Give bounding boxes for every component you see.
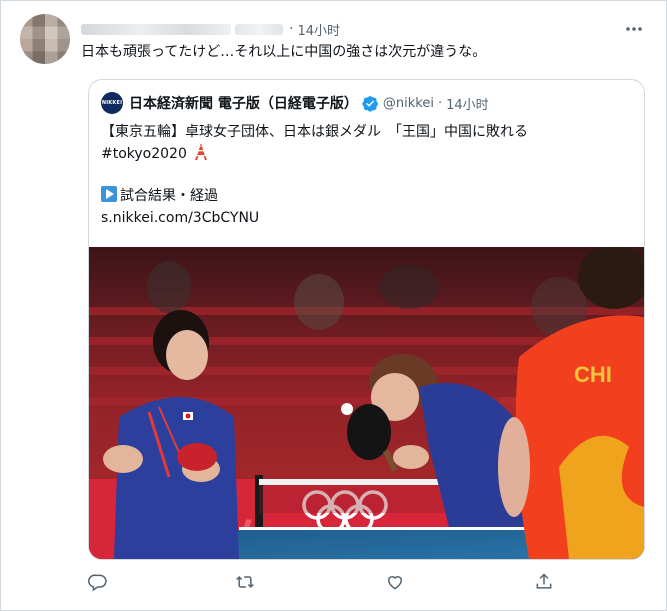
quoted-handle[interactable]: @nikkei bbox=[383, 96, 434, 111]
quoted-avatar-text: NIKKEI bbox=[101, 100, 123, 106]
author-handle-blurred[interactable] bbox=[235, 23, 283, 35]
quoted-result-text: 試合結果・経過 bbox=[120, 188, 218, 204]
separator: · bbox=[289, 21, 294, 37]
table-tennis-photo: XV bbox=[89, 247, 644, 559]
more-horizontal-icon[interactable] bbox=[622, 17, 646, 41]
quoted-result-line: 試合結果・経過 bbox=[101, 186, 218, 206]
play-button-emoji bbox=[101, 186, 117, 202]
hashtag-link[interactable]: #tokyo2020 bbox=[101, 146, 187, 162]
quoted-hashtag-line: #tokyo2020 bbox=[101, 144, 208, 164]
quoted-header: NIKKEI 日本経済新聞 電子版（日経電子版） @nikkei · 14小时 bbox=[101, 92, 489, 114]
tweet-header: · 14小时 bbox=[81, 19, 351, 39]
jersey-text: CHI bbox=[574, 362, 612, 387]
tweet-actions bbox=[1, 571, 667, 595]
retweet-icon[interactable] bbox=[234, 571, 256, 593]
verified-badge-icon bbox=[362, 95, 378, 112]
quoted-separator: · bbox=[437, 95, 443, 111]
tweet-card[interactable]: · 14小时 日本も頑張ってたけど…それ以上に中国の強さは次元が違うな。 NIK… bbox=[0, 0, 667, 611]
quoted-photo[interactable]: XV bbox=[89, 247, 644, 559]
quoted-avatar[interactable]: NIKKEI bbox=[101, 92, 123, 114]
share-icon[interactable] bbox=[533, 571, 555, 593]
quoted-time[interactable]: 14小时 bbox=[446, 94, 489, 113]
tokyo-tower-emoji bbox=[195, 144, 208, 160]
tweet-time[interactable]: 14小时 bbox=[297, 20, 340, 39]
author-name-blurred[interactable] bbox=[81, 23, 231, 35]
quoted-headline: 【東京五輪】卓球女子団体、日本は銀メダル 「王国」中国に敗れる bbox=[101, 124, 528, 140]
avatar[interactable] bbox=[20, 14, 70, 64]
quoted-tweet[interactable]: NIKKEI 日本経済新聞 電子版（日経電子版） @nikkei · 14小时 … bbox=[88, 79, 645, 560]
quoted-author-name[interactable]: 日本経済新聞 電子版（日経電子版） bbox=[129, 93, 358, 113]
quoted-url[interactable]: s.nikkei.com/3CbCYNU bbox=[101, 208, 259, 228]
tweet-text: 日本も頑張ってたけど…それ以上に中国の強さは次元が違うな。 bbox=[81, 44, 487, 60]
reply-icon[interactable] bbox=[87, 571, 109, 593]
heart-icon[interactable] bbox=[384, 571, 406, 593]
